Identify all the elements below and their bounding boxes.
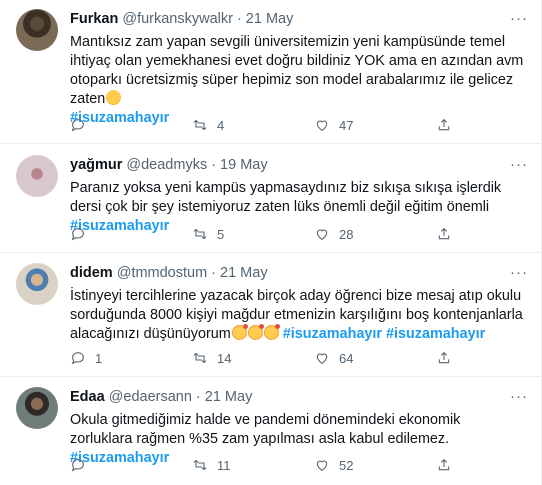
- heart-icon: [316, 353, 328, 364]
- like-button[interactable]: 28: [314, 226, 436, 242]
- avatar[interactable]: [16, 9, 58, 51]
- retweet-button[interactable]: 5: [192, 226, 314, 242]
- like-count: 28: [339, 226, 354, 242]
- tweet-date[interactable]: 21 May: [246, 11, 294, 27]
- tweet-header: Edaa @edaersann · 21 May: [70, 387, 525, 407]
- like-count: 52: [339, 457, 354, 473]
- reply-count: 1: [95, 350, 103, 366]
- reply-button[interactable]: 1: [70, 350, 192, 366]
- user-handle[interactable]: @edaersann: [109, 389, 192, 405]
- share-button[interactable]: [436, 350, 452, 366]
- user-handle[interactable]: @tmmdostum: [117, 265, 207, 281]
- share-button[interactable]: [436, 457, 452, 473]
- share-button[interactable]: [436, 117, 452, 133]
- like-button[interactable]: 64: [314, 350, 436, 366]
- user-handle[interactable]: @deadmyks: [126, 157, 207, 173]
- share-icon: [438, 458, 450, 471]
- tweet-text-content: Okula gitmediğimiz halde ve pandemi döne…: [70, 412, 461, 447]
- like-button[interactable]: 47: [314, 117, 436, 133]
- like-count: 47: [339, 117, 354, 133]
- tweet-text-content: Mantıksız zam yapan sevgili üniversitemi…: [70, 34, 524, 107]
- retweet-count: 14: [217, 350, 232, 366]
- retweet-count: 4: [217, 117, 225, 133]
- like-button[interactable]: 52: [314, 457, 436, 473]
- display-name[interactable]: Furkan: [70, 11, 118, 27]
- tweet-actions: 1 14 64: [70, 348, 525, 368]
- tweet-actions: 11 52: [70, 455, 525, 475]
- separator: ·: [211, 157, 217, 173]
- tweet-body: Furkan @furkanskywalkr · 21 May Mantıksı…: [70, 9, 525, 128]
- tweet-header: yağmur @deadmyks · 19 May: [70, 155, 525, 175]
- share-icon: [438, 118, 450, 131]
- hashtag-link[interactable]: #isuzamahayır: [283, 326, 382, 342]
- more-icon[interactable]: ···: [509, 262, 529, 282]
- retweet-count: 11: [217, 457, 231, 473]
- tweet-actions: 5 28: [70, 224, 525, 244]
- share-button[interactable]: [436, 226, 452, 242]
- more-icon[interactable]: ···: [509, 8, 529, 28]
- tweet-feed: Furkan @furkanskywalkr · 21 May Mantıksı…: [0, 0, 542, 485]
- reply-button[interactable]: [70, 117, 192, 133]
- retweet-count: 5: [217, 226, 225, 242]
- retweet-icon: [193, 352, 207, 364]
- tweet-header: didem @tmmdostum · 21 May: [70, 263, 525, 283]
- smiling-face-with-hearts-emoji-icon: [231, 324, 248, 340]
- more-icon[interactable]: ···: [509, 386, 529, 406]
- separator: ·: [236, 11, 242, 27]
- heart-icon: [316, 229, 328, 240]
- avatar[interactable]: [16, 387, 58, 429]
- reply-icon: [71, 119, 84, 132]
- tweet-body: didem @tmmdostum · 21 May İstinyeyi terc…: [70, 263, 525, 344]
- user-handle[interactable]: @furkanskywalkr: [122, 11, 233, 27]
- tweet[interactable]: yağmur @deadmyks · 19 May Paranız yoksa …: [0, 144, 541, 253]
- reply-icon: [71, 352, 84, 365]
- tweet-header: Furkan @furkanskywalkr · 21 May: [70, 9, 525, 29]
- tweet[interactable]: didem @tmmdostum · 21 May İstinyeyi terc…: [0, 253, 541, 377]
- retweet-icon: [193, 459, 207, 471]
- avatar[interactable]: [16, 263, 58, 305]
- separator: ·: [195, 389, 201, 405]
- tweet-actions: 4 47: [70, 115, 525, 135]
- smiling-face-emoji-icon: [106, 90, 122, 105]
- tweet[interactable]: Furkan @furkanskywalkr · 21 May Mantıksı…: [0, 0, 541, 144]
- share-icon: [438, 351, 450, 364]
- reply-button[interactable]: [70, 226, 192, 242]
- retweet-button[interactable]: 11: [192, 457, 314, 473]
- reply-icon: [71, 228, 84, 241]
- display-name[interactable]: didem: [70, 265, 113, 281]
- like-count: 64: [339, 350, 354, 366]
- display-name[interactable]: Edaa: [70, 389, 105, 405]
- heart-icon: [316, 460, 328, 471]
- tweet-date[interactable]: 19 May: [220, 157, 268, 173]
- retweet-icon: [193, 119, 207, 131]
- share-icon: [438, 227, 450, 240]
- hashtag-link[interactable]: #isuzamahayır: [386, 326, 485, 342]
- tweet-text: Mantıksız zam yapan sevgili üniversitemi…: [70, 33, 525, 128]
- reply-icon: [71, 459, 84, 472]
- reply-button[interactable]: [70, 457, 192, 473]
- display-name[interactable]: yağmur: [70, 157, 122, 173]
- avatar[interactable]: [16, 155, 58, 197]
- retweet-button[interactable]: 14: [192, 350, 314, 366]
- more-icon[interactable]: ···: [509, 154, 529, 174]
- heart-icon: [316, 120, 328, 131]
- smiling-face-with-hearts-emoji-icon: [263, 324, 280, 340]
- tweet-date[interactable]: 21 May: [220, 265, 268, 281]
- tweet[interactable]: Edaa @edaersann · 21 May Okula gitmediği…: [0, 377, 541, 485]
- retweet-button[interactable]: 4: [192, 117, 314, 133]
- retweet-icon: [193, 228, 207, 240]
- tweet-text-content: Paranız yoksa yeni kampüs yapmasaydınız …: [70, 180, 502, 215]
- tweet-text: İstinyeyi tercihlerine yazacak birçok ad…: [70, 287, 525, 344]
- tweet-date[interactable]: 21 May: [205, 389, 253, 405]
- smiling-face-with-hearts-emoji-icon: [247, 324, 264, 340]
- separator: ·: [211, 265, 217, 281]
